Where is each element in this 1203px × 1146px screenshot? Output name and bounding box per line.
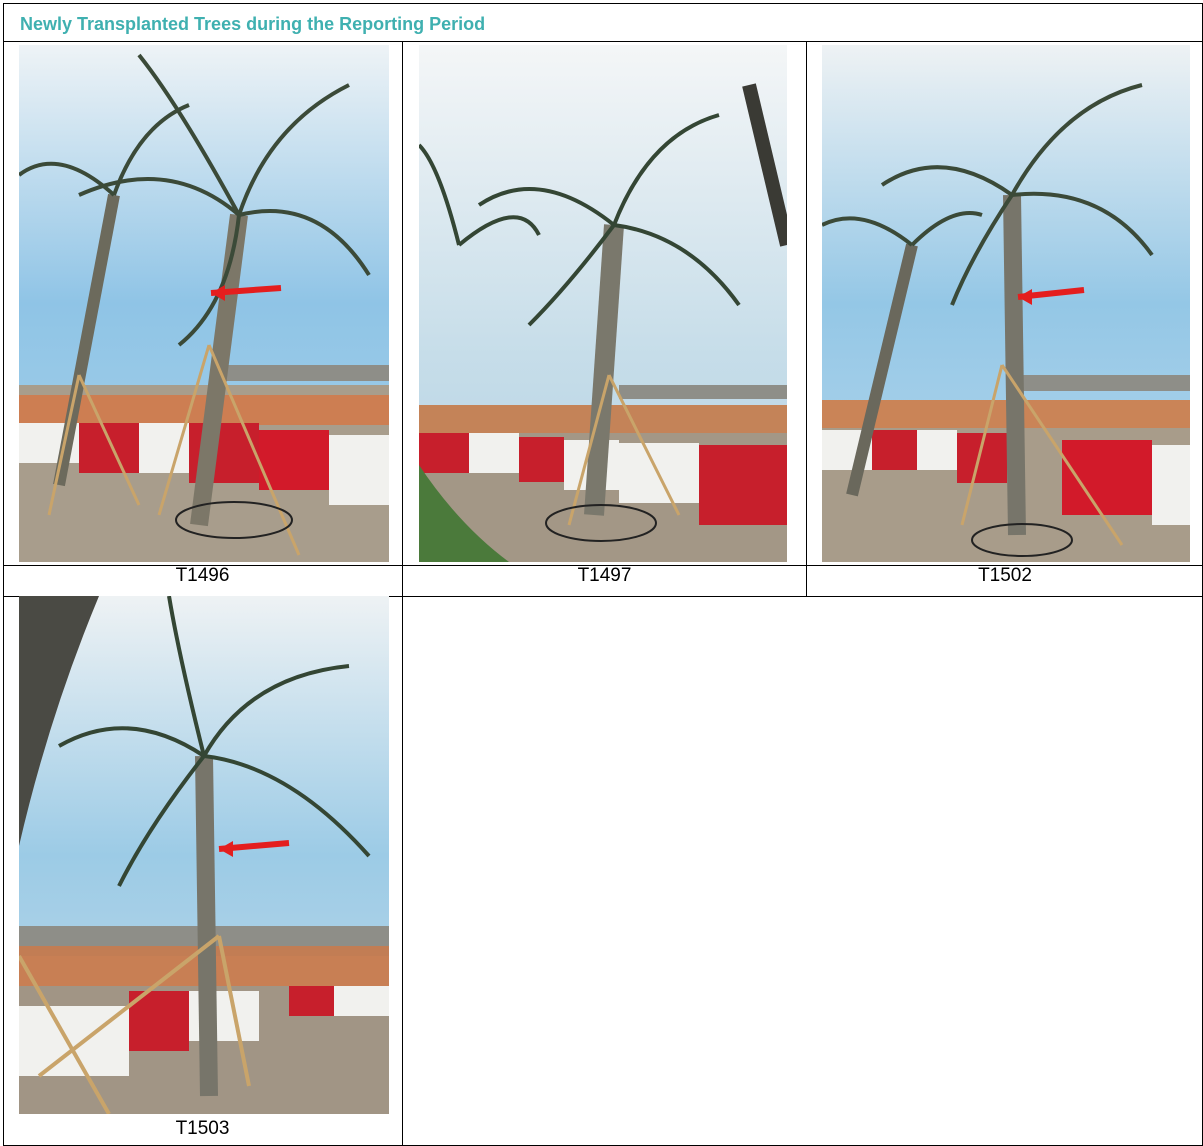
empty-cell (404, 597, 1202, 1145)
col-divider-2 (806, 41, 807, 596)
tree-photo-t1503 (19, 596, 389, 1114)
col-divider-1 (402, 41, 403, 1146)
caption-t1496: T1496 (175, 565, 230, 586)
caption-t1502: T1502 (978, 565, 1032, 586)
tree-photo-t1496 (19, 45, 389, 562)
tree-photo-t1502 (822, 45, 1190, 562)
table-title: Newly Transplanted Trees during the Repo… (20, 14, 486, 34)
row-divider-header (3, 41, 1203, 42)
caption-t1503: T1503 (175, 1118, 230, 1139)
tree-photo-t1497 (419, 45, 787, 562)
caption-t1497: T1497 (577, 565, 632, 586)
